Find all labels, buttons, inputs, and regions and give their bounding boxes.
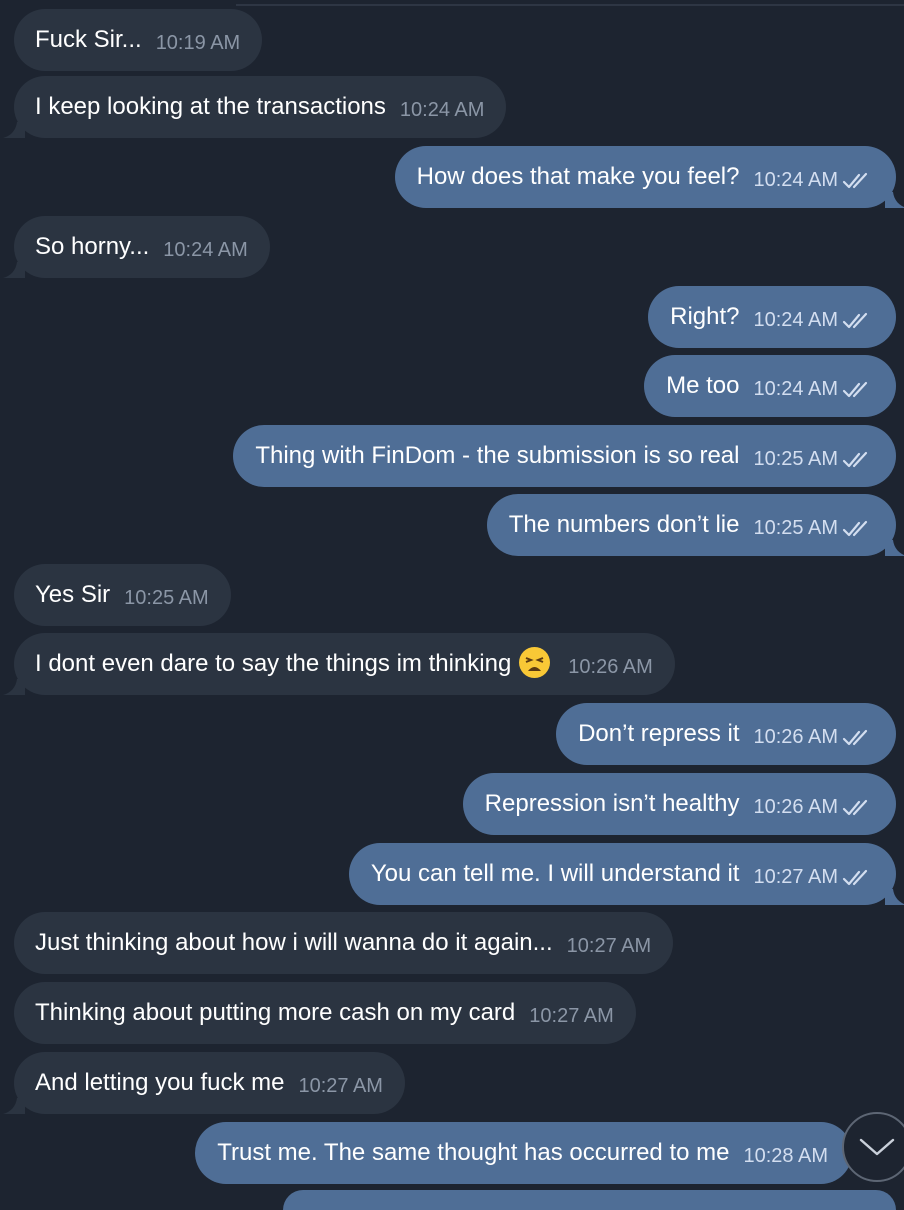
incoming-message[interactable]: So horny... 10:24 AM [3,216,270,278]
message-time: 10:25 AM [124,587,209,609]
message-text: Me too [666,372,740,399]
read-receipt-icon [842,799,868,815]
read-receipt-icon [842,381,868,397]
message-time: 10:25 AM [753,517,838,539]
message-time: 10:26 AM [568,656,653,678]
message-time: 10:27 AM [753,866,838,888]
incoming-message[interactable]: I dont even dare to say the things im th… [3,633,675,695]
message-time: 10:24 AM [753,309,838,331]
bubble-tail [885,889,904,905]
message-text: Don’t repress it [578,720,740,747]
outgoing-message[interactable]: Right? 10:24 AM [648,286,896,348]
message-text: Thinking about putting more cash on my c… [35,999,516,1026]
read-receipt-icon [842,520,868,536]
outgoing-message[interactable]: How does that make you feel? 10:24 AM [394,146,904,208]
message-time: 10:28 AM [743,1145,828,1167]
read-receipt-icon [842,451,868,467]
message-text: Thing with FinDom - the submission is so… [255,442,740,469]
message-time: 10:24 AM [163,239,248,261]
outgoing-message[interactable]: You can tell me. I will understand it 10… [348,843,904,905]
read-receipt-icon [842,729,868,745]
message-text: And letting you fuck me [35,1069,285,1096]
scroll-to-bottom-button[interactable] [842,1112,904,1182]
message-text: The numbers don’t lie [508,511,740,538]
outgoing-message[interactable]: Thing with FinDom - the submission is so… [233,425,896,487]
bubble-tail [885,192,904,208]
bubble-tail [3,679,25,695]
message-time: 10:26 AM [753,726,838,748]
message-text: I keep looking at the transactions [35,93,386,120]
message-time: 10:27 AM [529,1005,614,1027]
tired-face-emoji [519,646,551,678]
message-time: 10:26 AM [753,796,838,818]
incoming-message[interactable]: Yes Sir 10:25 AM [14,564,231,626]
message-time: 10:25 AM [753,448,838,470]
bubble-tail [3,1098,25,1114]
incoming-message[interactable]: I keep looking at the transactions 10:24… [3,76,507,138]
outgoing-message[interactable]: Don’t repress it 10:26 AM [556,703,896,765]
message-text: Right? [670,303,740,330]
outgoing-message[interactable]: Me too 10:24 AM [644,355,896,417]
message-time: 10:27 AM [566,935,652,957]
message-time: 10:27 AM [298,1075,383,1097]
outgoing-message-partial [283,1190,896,1210]
message-text: How does that make you feel? [416,163,740,190]
message-time: 10:19 AM [155,32,241,54]
message-text: Just thinking about how i will wanna do … [35,929,553,956]
message-text: You can tell me. I will understand it [370,860,740,887]
bubble-tail [885,540,904,556]
chevron-down-icon [859,1138,895,1156]
message-time: 10:24 AM [753,169,838,191]
incoming-message[interactable]: Fuck Sir... 10:19 AM [14,9,263,71]
chat-message-list[interactable]: Fuck Sir... 10:19 AM I keep looking at t… [0,0,904,1210]
incoming-message[interactable]: Just thinking about how i will wanna do … [14,912,674,974]
message-text: Trust me. The same thought has occurred … [217,1139,730,1166]
incoming-message[interactable]: Thinking about putting more cash on my c… [14,982,636,1044]
message-text: So horny... [35,233,150,260]
outgoing-message[interactable]: The numbers don’t lie 10:25 AM [486,494,904,556]
read-receipt-icon [842,172,868,188]
outgoing-message[interactable]: Repression isn’t healthy 10:26 AM [462,773,896,835]
read-receipt-icon [842,869,868,885]
message-text: I dont even dare to say the things im th… [35,650,512,677]
bubble-tail [3,262,25,278]
message-text: Yes Sir [35,581,111,608]
outgoing-message[interactable]: Trust me. The same thought has occurred … [195,1122,852,1184]
bubble-tail [3,122,25,138]
message-text: Fuck Sir... [35,26,142,53]
incoming-message[interactable]: And letting you fuck me 10:27 AM [3,1052,405,1114]
message-time: 10:24 AM [753,378,838,400]
read-receipt-icon [842,312,868,328]
message-time: 10:24 AM [399,99,485,121]
message-text: Repression isn’t healthy [484,790,740,817]
